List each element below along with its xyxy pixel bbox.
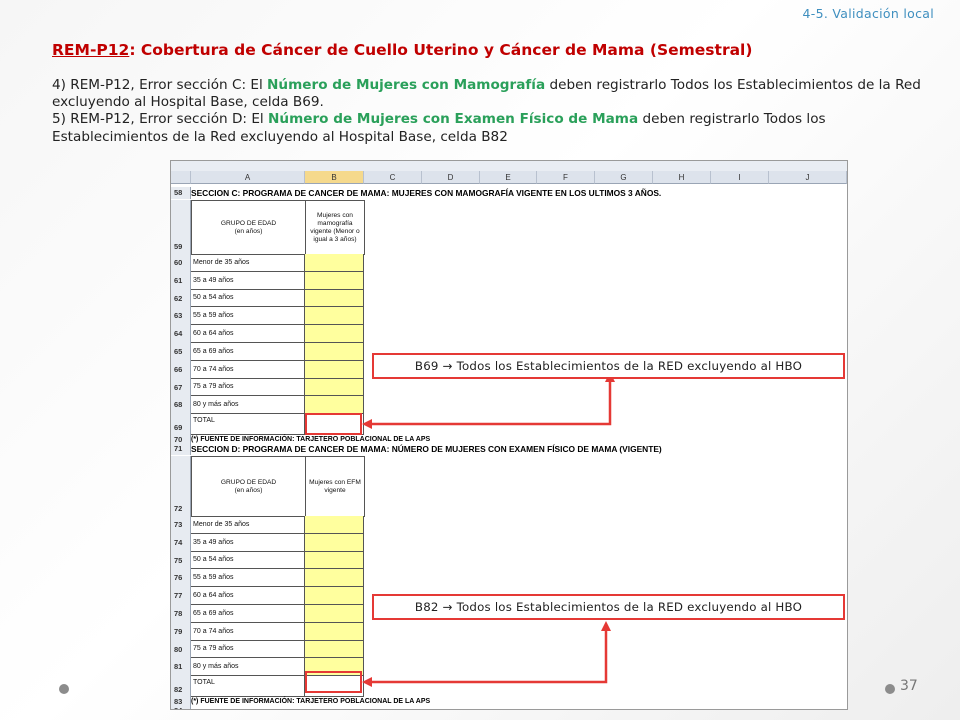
row-number[interactable]: 63 <box>171 307 191 326</box>
decorative-dot-right <box>885 684 895 694</box>
row-number[interactable]: 67 <box>171 378 191 397</box>
input-cell-b[interactable] <box>305 640 364 659</box>
page-number: 37 <box>900 678 918 694</box>
column-header-d[interactable]: D <box>422 171 480 184</box>
input-cell-b[interactable] <box>305 378 364 397</box>
age-group-cell[interactable]: Menor de 35 años <box>191 254 305 272</box>
input-cell-b[interactable] <box>305 605 364 623</box>
row-number[interactable]: 66 <box>171 360 191 379</box>
instruction-5-highlight: Número de Mujeres con Examen Físico de M… <box>268 111 639 128</box>
column-header-b[interactable]: B <box>305 171 364 184</box>
row-number[interactable]: 77 <box>171 587 191 605</box>
page-title: REM-P12: Cobertura de Cáncer de Cuello U… <box>52 41 752 59</box>
age-group-cell[interactable]: TOTAL <box>191 676 305 698</box>
row-number[interactable]: 65 <box>171 343 191 361</box>
row-number[interactable]: 79 <box>171 622 191 641</box>
instruction-4-pre: 4) REM-P12, Error sección C: El <box>52 77 268 93</box>
age-group-cell[interactable]: 60 a 64 años <box>191 587 305 605</box>
input-cell-b[interactable] <box>305 516 364 534</box>
instruction-4: 4) REM-P12, Error sección C: El Número d… <box>52 77 932 111</box>
age-group-cell[interactable]: 65 a 69 años <box>191 343 305 361</box>
input-cell-b[interactable] <box>305 396 364 415</box>
row-number[interactable]: 58 <box>171 187 191 199</box>
title-text: : Cobertura de Cáncer de Cuello Uterino … <box>129 41 753 59</box>
age-group-cell[interactable]: Menor de 35 años <box>191 516 305 534</box>
age-group-cell[interactable]: 65 a 69 años <box>191 605 305 623</box>
instruction-5-pre: 5) REM-P12, Error sección D: El <box>52 111 269 128</box>
column-header-corner[interactable] <box>171 171 191 184</box>
row-number[interactable]: 82 <box>171 676 191 698</box>
input-cell-b[interactable] <box>305 587 364 605</box>
input-cell-b[interactable] <box>305 271 364 290</box>
instruction-4-highlight: Número de Mujeres con Mamografía <box>267 77 546 93</box>
row-number[interactable]: 69 <box>171 414 191 436</box>
decorative-dot-left <box>59 684 69 694</box>
input-cell-b[interactable] <box>305 289 364 308</box>
column-header-f[interactable]: F <box>537 171 595 184</box>
age-group-cell[interactable]: 70 a 74 años <box>191 360 305 379</box>
age-group-cell[interactable]: 80 y más años <box>191 658 305 677</box>
age-group-cell[interactable]: 35 a 49 años <box>191 533 305 552</box>
input-cell-b[interactable] <box>305 343 364 361</box>
age-group-cell[interactable]: 35 a 49 años <box>191 271 305 290</box>
input-cell-b[interactable] <box>305 307 364 326</box>
section-header: SECCION D: PROGRAMA DE CANCER DE MAMA: N… <box>191 444 662 454</box>
row-number[interactable]: 73 <box>171 516 191 534</box>
section-header: SECCION C: PROGRAMA DE CANCER DE MAMA: M… <box>191 188 662 198</box>
input-cell-b[interactable] <box>305 622 364 641</box>
column-header-e[interactable]: E <box>480 171 537 184</box>
column-header-a[interactable]: A <box>191 171 305 184</box>
row-number[interactable]: 76 <box>171 569 191 588</box>
group-age-header: GRUPO DE EDAD (en años) <box>191 200 306 255</box>
instruction-5: 5) REM-P12, Error sección D: El Número d… <box>52 111 932 145</box>
breadcrumb: 4-5. Validación local <box>802 6 934 21</box>
age-group-cell[interactable]: 60 a 64 años <box>191 325 305 343</box>
age-group-cell[interactable]: 50 a 54 años <box>191 551 305 570</box>
row-number[interactable]: 62 <box>171 289 191 308</box>
column-b-header: Mujeres con mamografía vigente (Menor o … <box>305 200 365 255</box>
row-number[interactable]: 80 <box>171 640 191 659</box>
row-number[interactable]: 64 <box>171 325 191 343</box>
input-cell-b[interactable] <box>305 325 364 343</box>
age-group-cell[interactable]: 80 y más años <box>191 396 305 415</box>
row-number[interactable]: 72 <box>171 456 191 516</box>
highlight-cell-b69 <box>305 413 362 435</box>
title-code: REM-P12 <box>52 41 130 59</box>
input-cell-b[interactable] <box>305 551 364 570</box>
age-group-cell[interactable]: TOTAL <box>191 414 305 436</box>
age-group-cell[interactable]: 50 a 54 años <box>191 289 305 308</box>
row-number[interactable]: 81 <box>171 658 191 677</box>
column-header-j[interactable]: J <box>769 171 847 184</box>
row-number[interactable]: 60 <box>171 254 191 272</box>
age-group-cell[interactable]: 55 a 59 años <box>191 307 305 326</box>
row-number[interactable]: 75 <box>171 551 191 570</box>
age-group-cell[interactable]: 75 a 79 años <box>191 378 305 397</box>
input-cell-b[interactable] <box>305 254 364 272</box>
row-number[interactable]: 61 <box>171 271 191 290</box>
column-header-g[interactable]: G <box>595 171 653 184</box>
row-number[interactable]: 74 <box>171 533 191 552</box>
column-b-header: Mujeres con EFM vigente <box>305 456 365 517</box>
column-header-i[interactable]: I <box>711 171 769 184</box>
age-group-cell[interactable]: 55 a 59 años <box>191 569 305 588</box>
spreadsheet-screenshot: A B C D E F G H I J 58 SECCION C: PROGRAMA DE CANCE… <box>170 160 848 710</box>
row-number[interactable]: 71 <box>171 443 191 455</box>
input-cell-b[interactable] <box>305 360 364 379</box>
column-header-h[interactable]: H <box>653 171 711 184</box>
row-number[interactable]: 68 <box>171 396 191 415</box>
callout-b82: B82 → Todos los Establecimientos de la R… <box>372 594 845 620</box>
age-group-cell[interactable]: 75 a 79 años <box>191 640 305 659</box>
source-footnote: (*) FUENTE DE INFORMACIÓN: TARJETERO POB… <box>191 698 431 706</box>
age-group-cell[interactable]: 70 a 74 años <box>191 622 305 641</box>
row-number[interactable]: 78 <box>171 605 191 623</box>
highlight-cell-b82 <box>305 671 362 693</box>
row-number[interactable]: 84 <box>171 707 191 709</box>
input-cell-b[interactable] <box>305 533 364 552</box>
row-number[interactable]: 59 <box>171 200 191 254</box>
callout-b69: B69 → Todos los Establecimientos de la R… <box>372 353 845 379</box>
instructions: 4) REM-P12, Error sección C: El Número d… <box>52 77 932 146</box>
column-header-c[interactable]: C <box>364 171 422 184</box>
group-age-header: GRUPO DE EDAD (en años) <box>191 456 306 517</box>
input-cell-b[interactable] <box>305 569 364 588</box>
